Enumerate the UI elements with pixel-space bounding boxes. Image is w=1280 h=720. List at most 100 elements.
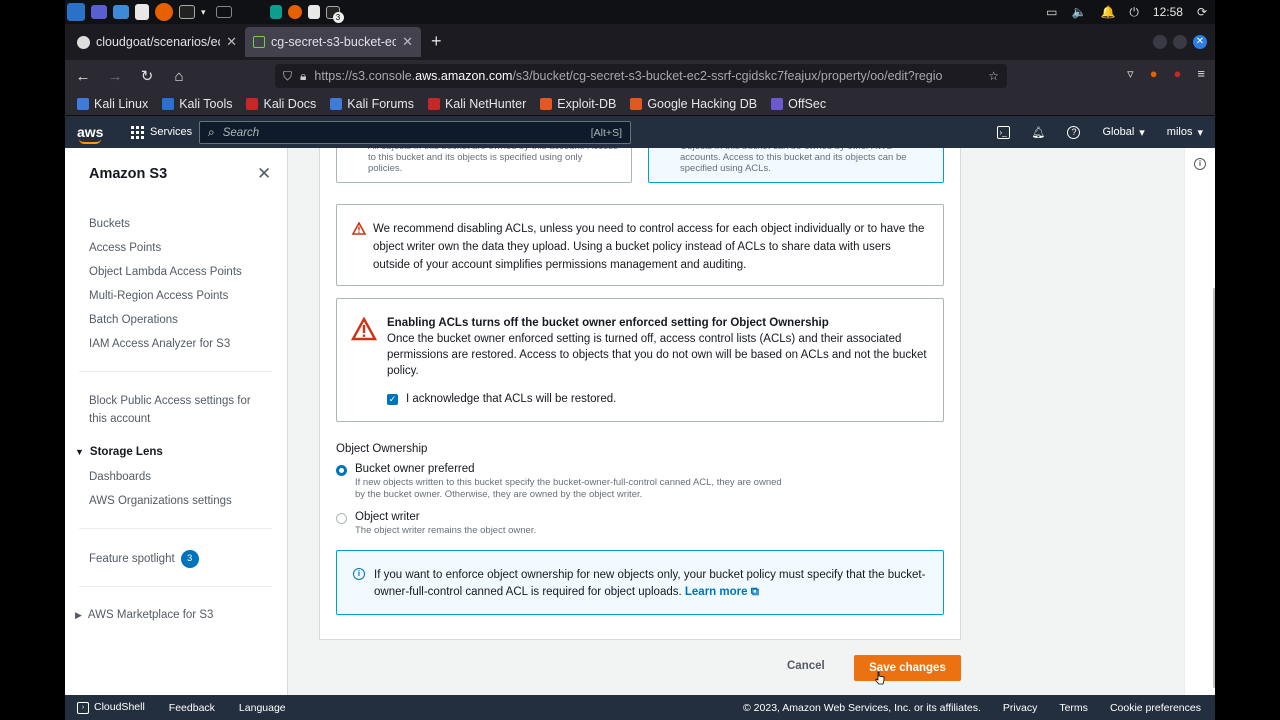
radio-button[interactable] [336,513,347,524]
lock-icon[interactable]: 🔒︎ [300,69,306,84]
workspace-icon[interactable] [215,6,232,18]
reload-icon[interactable]: ↻ [133,67,161,85]
terms-link[interactable]: Terms [1059,702,1088,714]
acls-disabled-card[interactable]: All objects in this bucket are owned by … [336,148,632,183]
sidebar-item-feature-spotlight[interactable]: Feature spotlight 3 [89,550,199,568]
shield-icon[interactable]: ⛉ [283,69,292,84]
forward-icon[interactable]: → [101,68,129,85]
account-dropdown[interactable]: milos ▾ [1167,126,1203,139]
sidebar-item-buckets[interactable]: Buckets [89,218,130,230]
acknowledge-label[interactable]: I acknowledge that ACLs will be restored… [406,391,616,407]
acknowledge-row[interactable]: ✓ I acknowledge that ACLs will be restor… [387,391,929,407]
feedback-link[interactable]: Feedback [169,702,215,714]
bookmark-item[interactable]: Kali Docs [246,97,316,111]
minimize-icon[interactable] [1153,35,1167,49]
chevron-down-icon[interactable]: ▾ [201,7,206,18]
warning-title: Enabling ACLs turns off the bucket owner… [387,317,829,329]
sidebar-item-object-lambda[interactable]: Object Lambda Access Points [89,266,242,278]
file-manager-icon[interactable] [113,5,129,19]
url-text[interactable]: https://s3.console.aws.amazon.com/s3/buc… [314,69,980,83]
search-bar[interactable]: ⌕ [Alt+S] [199,121,631,144]
maximize-icon[interactable] [1173,35,1187,49]
bookmark-item[interactable]: Kali Tools [162,97,232,111]
desktop-icon[interactable] [91,5,107,19]
sidebar-section-marketplace[interactable]: ▶ AWS Marketplace for S3 [75,609,213,621]
bookmark-item[interactable]: Kali Linux [77,97,148,111]
acls-enabled-card[interactable]: Objects in this bucket can be owned by o… [648,148,944,183]
power-icon[interactable]: ⏻ [1129,5,1139,20]
close-icon[interactable]: ✕ [257,164,271,184]
learn-more-link[interactable]: Learn more ⧉ [685,586,759,598]
sidebar-item-access-points[interactable]: Access Points [89,242,161,254]
bookmark-item[interactable]: Exploit-DB [540,97,616,111]
mouse-cursor-icon [875,671,885,685]
new-tab-button[interactable]: + [431,31,442,52]
sidebar-item-org-settings[interactable]: AWS Organizations settings [89,495,232,507]
sidebar-item-iam-analyzer[interactable]: IAM Access Analyzer for S3 [89,338,230,350]
bookmark-item[interactable]: Kali NetHunter [427,97,526,111]
browser-tab-cloudgoat[interactable]: cloudgoat/scenarios/ec2_ ✕ [69,27,245,57]
search-shortcut: [Alt+S] [590,126,622,139]
kali-menu-icon[interactable] [67,3,85,21]
refresh-icon[interactable]: ⟳ [1197,5,1207,19]
info-icon: i [353,568,365,580]
search-input[interactable] [222,126,583,139]
copyright-text: © 2023, Amazon Web Services, Inc. or its… [743,701,981,714]
radio-bucket-owner-preferred[interactable]: Bucket owner preferred If new objects wr… [336,463,785,501]
extension-icon[interactable]: ● [1174,66,1182,82]
radio-object-writer[interactable]: Object writer The object writer remains … [336,511,785,537]
volume-icon[interactable]: 🔈 [1072,5,1087,19]
bookmark-item[interactable]: Kali Forums [330,97,414,111]
firefox-icon[interactable] [287,5,302,19]
extension-icon[interactable]: ● [1150,66,1158,82]
sidebar-section-storage-lens[interactable]: ▼ Storage Lens [75,446,163,458]
terminal-icon[interactable] [179,5,195,19]
notification-bell-icon[interactable]: 🔔 [1100,5,1115,19]
notifications-bell-icon[interactable]: 🔔︎ [1032,126,1046,139]
language-link[interactable]: Language [239,702,286,714]
display-icon[interactable]: ▭ [1046,5,1057,19]
radio-label[interactable]: Bucket owner preferred [355,463,785,475]
radio-label[interactable]: Object writer [355,511,785,523]
close-window-icon[interactable]: ✕ [1193,35,1207,49]
s3-sidebar: Amazon S3 ✕ Buckets Access Points Object… [65,148,288,695]
privacy-link[interactable]: Privacy [1003,702,1037,714]
close-tab-icon[interactable]: ✕ [226,34,237,50]
cookie-preferences-link[interactable]: Cookie preferences [1110,702,1201,714]
cancel-button[interactable]: Cancel [787,660,825,672]
sidebar-item-dashboards[interactable]: Dashboards [89,471,151,483]
region-dropdown[interactable]: Global ▾ [1102,126,1144,139]
back-icon[interactable]: ← [69,68,97,85]
text-editor-icon[interactable] [307,5,320,19]
sidebar-item-multi-region[interactable]: Multi-Region Access Points [89,290,228,302]
firefox-icon[interactable] [155,3,173,21]
url-bar[interactable]: ⛉ 🔒︎ https://s3.console.aws.amazon.com/s… [275,64,1007,88]
bookmark-favicon-icon [427,97,440,110]
sidebar-item-batch-operations[interactable]: Batch Operations [89,314,178,326]
scrollbar[interactable] [1213,288,1215,688]
info-icon[interactable]: i [1194,158,1206,170]
menu-icon[interactable]: ≡ [1197,66,1205,82]
bookmark-favicon-icon [630,97,643,110]
acknowledge-checkbox[interactable]: ✓ [387,393,398,405]
terminal-icon[interactable]: 3 [325,5,344,23]
services-menu-button[interactable]: Services [131,125,192,139]
close-tab-icon[interactable]: ✕ [402,34,413,50]
bookmark-item[interactable]: Google Hacking DB [630,97,757,111]
radio-button[interactable] [336,465,347,476]
browser-tab-s3[interactable]: cg-secret-s3-bucket-ec2- ✕ [245,27,421,57]
app-icon[interactable] [269,5,282,19]
cloudshell-button[interactable]: › CloudShell [77,701,145,714]
bookmark-item[interactable]: OffSec [771,97,826,111]
radio-description: The object writer remains the object own… [355,525,537,536]
save-changes-button[interactable]: Save changes [854,655,961,681]
bookmark-star-icon[interactable]: ☆ [988,69,999,83]
cloudshell-icon[interactable]: ›_ [996,125,1010,139]
aws-logo[interactable]: aws [77,124,121,144]
text-editor-icon[interactable] [135,4,149,20]
home-icon[interactable]: ⌂ [165,68,193,85]
workspace-icon[interactable] [238,3,258,21]
pocket-icon[interactable]: ▿ [1127,66,1134,82]
help-icon[interactable]: ? [1067,125,1081,139]
sidebar-item-block-public-access[interactable]: Block Public Access settings for this ac… [89,392,259,428]
